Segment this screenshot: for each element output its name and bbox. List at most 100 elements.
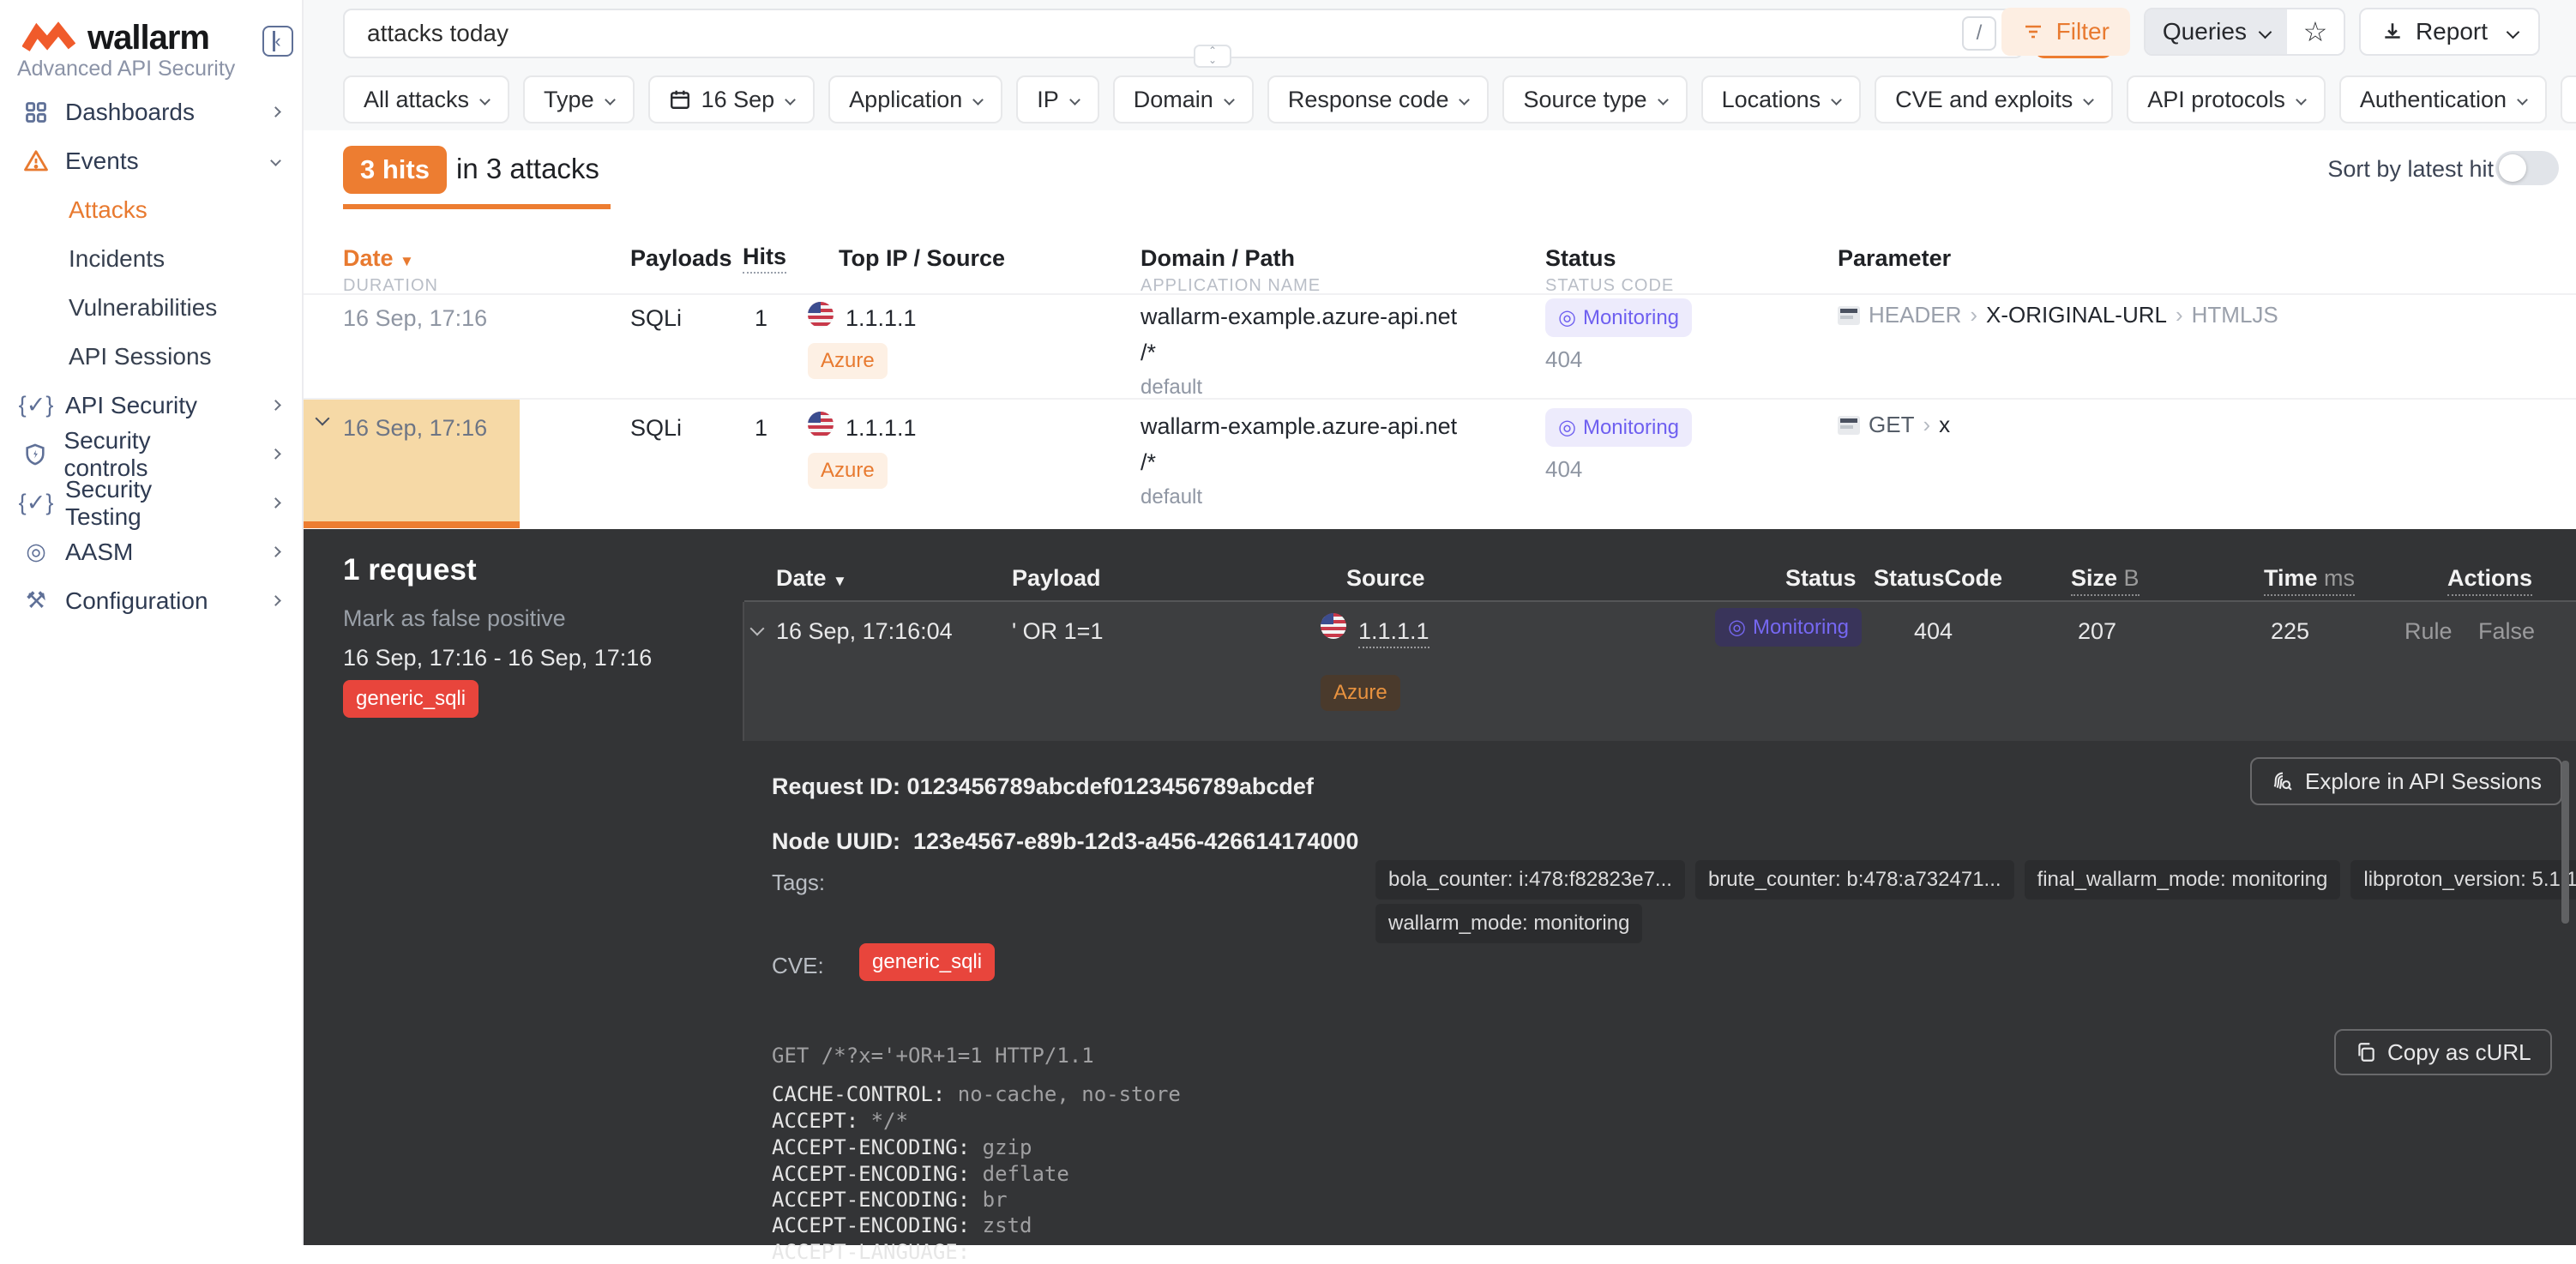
- source-tag-azure[interactable]: Azure: [808, 453, 888, 489]
- attack-row-domain[interactable]: wallarm-example.azure-api.net: [1141, 304, 1457, 330]
- explore-api-sessions-button[interactable]: Explore in API Sessions: [2250, 757, 2562, 805]
- filter-chip-locations[interactable]: Locations: [1701, 75, 1862, 123]
- chevron-right-icon: [270, 448, 280, 459]
- filter-chip-type[interactable]: Type: [523, 75, 635, 123]
- attack-row-hits[interactable]: 1: [755, 305, 767, 332]
- dashboards-grid-icon: [22, 99, 50, 126]
- cve-tag[interactable]: generic_sqli: [859, 943, 995, 981]
- sidebar-item-security-testing[interactable]: {✓} Security Testing: [0, 479, 302, 527]
- source-tag-azure[interactable]: Azure: [1321, 675, 1400, 711]
- filter-chip-response-code[interactable]: Response code: [1267, 75, 1490, 123]
- filter-chip-all-attacks[interactable]: All attacks: [343, 75, 509, 123]
- attack-row-domain[interactable]: wallarm-example.azure-api.net: [1141, 413, 1457, 440]
- tag-chip[interactable]: bola_counter: i:478:f82823e7...: [1375, 860, 1685, 900]
- filter-chip-api-protocols[interactable]: API protocols: [2127, 75, 2326, 123]
- sidebar-item-api-sessions[interactable]: API Sessions: [0, 332, 302, 381]
- report-button[interactable]: Report: [2359, 8, 2540, 56]
- shield-icon: [22, 441, 48, 468]
- attack-row-ip[interactable]: 1.1.1.1: [846, 305, 917, 332]
- sidebar-item-security-controls[interactable]: Security controls: [0, 430, 302, 479]
- chevron-down-icon: [2507, 25, 2520, 39]
- selected-row-accent-bar: [304, 521, 520, 528]
- sidebar-item-aasm[interactable]: ◎ AASM: [0, 527, 302, 576]
- detail-header-date[interactable]: Date ▼: [776, 565, 847, 592]
- scrollbar-thumb[interactable]: [2561, 761, 2569, 924]
- filter-chip-ip[interactable]: IP: [1016, 75, 1099, 123]
- request-ip[interactable]: 1.1.1.1: [1358, 618, 1429, 648]
- request-detail-panel: 1 request Mark as false positive 16 Sep,…: [304, 529, 2576, 1245]
- divider: [304, 293, 2576, 295]
- search-resize-handle[interactable]: ⌃⌄: [1194, 45, 1231, 68]
- filter-chip-date[interactable]: 16 Sep: [648, 75, 816, 123]
- request-time: 225: [2271, 618, 2309, 645]
- search-shortcut-hint: /: [1962, 16, 1996, 51]
- chevron-right-icon: [270, 546, 281, 557]
- attacks-count-text: in 3 attacks: [456, 153, 599, 185]
- tags-label: Tags:: [772, 870, 825, 896]
- tag-chip[interactable]: wallarm_mode: monitoring: [1375, 904, 1642, 943]
- request-payload: ' OR 1=1: [1012, 618, 1103, 645]
- detail-header-time[interactable]: Time ms: [2264, 565, 2355, 596]
- tag-chip[interactable]: final_wallarm_mode: monitoring: [2025, 860, 2341, 900]
- filter-chip-domain[interactable]: Domain: [1113, 75, 1254, 123]
- request-size: 207: [2078, 618, 2116, 645]
- filter-chip-compare-to[interactable]: Compare to...: [2561, 75, 2576, 123]
- chevron-down-icon: [972, 94, 984, 105]
- copy-as-curl-button[interactable]: Copy as cURL: [2334, 1029, 2552, 1075]
- aasm-spiral-icon: ◎: [22, 539, 50, 566]
- column-header-parameter: Parameter: [1838, 245, 1951, 272]
- action-false-link[interactable]: False: [2478, 618, 2535, 645]
- column-header-top-ip: Top IP / Source: [839, 245, 1005, 272]
- filter-chip-source-type[interactable]: Source type: [1502, 75, 1687, 123]
- sidebar-item-vulnerabilities[interactable]: Vulnerabilities: [0, 283, 302, 332]
- chevron-down-icon: [1658, 94, 1669, 105]
- header-param-icon: [1838, 306, 1860, 325]
- braces-check-icon: {✓}: [22, 490, 50, 517]
- favorite-star-button[interactable]: ☆: [2287, 9, 2344, 54]
- detail-header-actions[interactable]: Actions: [2447, 565, 2532, 596]
- wallarm-logo-icon: [22, 21, 75, 56]
- column-header-date[interactable]: Date ▼: [343, 245, 414, 272]
- column-header-status: Status: [1545, 245, 1616, 272]
- sort-toggle[interactable]: [2495, 151, 2559, 185]
- sort-by-latest-hit-label: Sort by latest hit: [2327, 156, 2494, 183]
- source-tag-azure[interactable]: Azure: [808, 343, 888, 379]
- attack-row-ip[interactable]: 1.1.1.1: [846, 415, 917, 442]
- attack-type-tag[interactable]: generic_sqli: [343, 680, 478, 718]
- events-warning-icon: [22, 147, 50, 175]
- tag-chip[interactable]: libproton_version: 5.1.1: [2350, 860, 2576, 900]
- sidebar-item-dashboards[interactable]: Dashboards: [0, 87, 302, 136]
- filter-chip-authentication[interactable]: Authentication: [2339, 75, 2547, 123]
- mark-false-positive-link[interactable]: Mark as false positive: [343, 605, 566, 632]
- attack-row-payload[interactable]: SQLi: [630, 415, 682, 442]
- tag-chip[interactable]: brute_counter: b:478:a732471...: [1695, 860, 2014, 900]
- download-icon: [2381, 21, 2404, 43]
- detail-header-size[interactable]: Size B: [2071, 565, 2140, 596]
- attack-row-hits[interactable]: 1: [755, 415, 767, 442]
- hits-underline: [343, 204, 611, 209]
- search-input[interactable]: [343, 9, 2024, 58]
- queries-button[interactable]: Queries: [2146, 9, 2287, 54]
- filter-chip-cve[interactable]: CVE and exploits: [1875, 75, 2113, 123]
- filter-chip-application[interactable]: Application: [828, 75, 1002, 123]
- detail-header-status-code: StatusCode: [1874, 565, 2002, 592]
- sidebar-item-attacks[interactable]: Attacks: [0, 185, 302, 234]
- column-header-payloads: Payloads: [630, 245, 732, 272]
- http-request-line: GET /*?x='+OR+1=1 HTTP/1.1: [772, 1044, 1094, 1068]
- sidebar-item-configuration[interactable]: ⚒ Configuration: [0, 576, 302, 625]
- filter-button[interactable]: Filter: [2001, 8, 2130, 56]
- action-rule-link[interactable]: Rule: [2404, 618, 2453, 645]
- chevron-down-icon: [605, 94, 616, 105]
- sidebar-item-events[interactable]: Events: [0, 136, 302, 185]
- http-header: ACCEPT-ENCODING: br: [772, 1188, 1008, 1212]
- column-header-hits[interactable]: Hits: [743, 244, 786, 270]
- hits-count-badge: 3 hits: [343, 146, 447, 194]
- attack-row-payload[interactable]: SQLi: [630, 305, 682, 332]
- status-badge-monitoring: ◎Monitoring: [1545, 298, 1692, 337]
- sidebar-collapse-icon[interactable]: ‹: [262, 26, 293, 57]
- attack-row-date[interactable]: 16 Sep, 17:16: [343, 415, 487, 442]
- sidebar-item-incidents[interactable]: Incidents: [0, 234, 302, 283]
- sidebar-item-api-security[interactable]: {✓} API Security: [0, 381, 302, 430]
- chevron-right-icon: [270, 400, 281, 411]
- attack-row-parameter: HEADER›X-ORIGINAL-URL›HTMLJS: [1838, 302, 2278, 328]
